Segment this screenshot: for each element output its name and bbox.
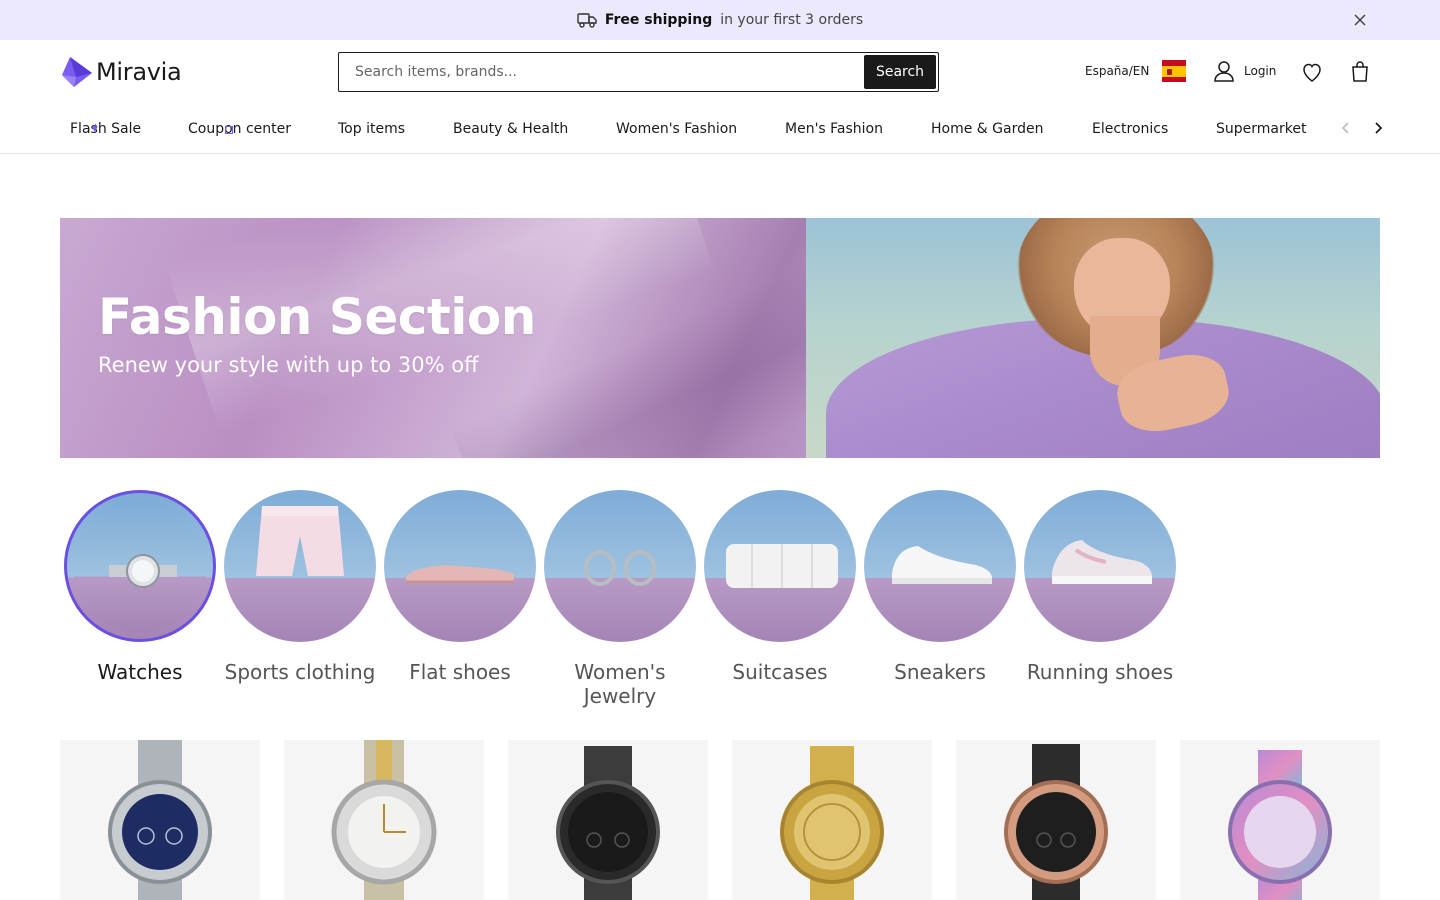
locale-selector[interactable]: España/EN [1085,60,1187,82]
suitcase-icon [726,544,838,588]
category-label: Watches [97,660,183,684]
nav-item-coupon-center[interactable]: Coupon center [188,121,291,137]
category-label: Sneakers [894,660,986,684]
brand-logo[interactable]: Miravia [60,55,182,89]
product-card[interactable] [1180,740,1380,900]
flat-shoe-icon [406,565,514,584]
search-input[interactable] [339,53,863,91]
login-label: Login [1244,64,1277,78]
category-label: Running shoes [1026,660,1174,684]
watch-product-image [331,740,437,900]
chevron-left-icon [1341,122,1349,134]
category-image [384,490,536,642]
product-card[interactable] [956,740,1156,900]
category-label: Sports clothing [224,660,376,684]
nav-item-mens-fashion[interactable]: Men's Fashion [785,121,883,137]
shorts-icon [256,506,344,576]
chevron-right-icon[interactable] [1370,120,1386,136]
model-photo [806,218,1380,458]
watch-product-image [1004,744,1108,900]
category-image [224,490,376,642]
lightning-icon [92,123,98,133]
category-womens-jewelry[interactable]: Women's Jewelry [544,490,696,708]
category-image [864,490,1016,642]
category-image [704,490,856,642]
miravia-logo-icon [62,57,92,87]
product-card[interactable] [732,740,932,900]
watch-product-image [780,746,884,900]
category-sneakers[interactable]: Sneakers [864,490,1016,684]
coupon-icon [225,126,233,134]
watch-product-image [108,740,212,900]
product-card[interactable] [60,740,260,900]
close-icon[interactable] [1351,11,1369,29]
shopping-bag-icon[interactable] [1348,59,1372,83]
nav-item-top-items[interactable]: Top items [338,121,405,137]
running-shoe-icon [1052,540,1152,584]
brand-name: Miravia [96,58,182,86]
login-button[interactable]: Login [1212,59,1276,83]
nav-item-supermarket[interactable]: Supermarket [1216,121,1306,137]
search-button[interactable]: Search [864,55,936,89]
sneaker-icon [892,546,992,584]
heart-icon[interactable] [1300,60,1324,84]
locale-label: España/EN [1085,64,1150,78]
category-running-shoes[interactable]: Running shoes [1024,490,1176,684]
category-label: Suitcases [732,660,828,684]
hero-banner[interactable]: Fashion Section Renew your style with up… [60,218,1380,458]
promo-bar: Free shipping in your first 3 orders [0,0,1440,40]
hero-subtitle: Renew your style with up to 30% off [98,353,479,377]
nav-item-womens-fashion[interactable]: Women's Fashion [616,121,737,137]
category-watches[interactable]: Watches [64,490,216,684]
category-flat-shoes[interactable]: Flat shoes [384,490,536,684]
category-sports-clothing[interactable]: Sports clothing [224,490,376,684]
user-icon [1214,61,1234,82]
hero-title: Fashion Section [98,288,536,346]
earrings-icon [584,550,656,586]
category-label: Flat shoes [409,660,511,684]
category-image [544,490,696,642]
promo-text: in your first 3 orders [720,12,864,28]
category-label: Women's Jewelry [574,660,666,708]
watch-product-image [556,746,660,900]
nav-item-home-garden[interactable]: Home & Garden [931,121,1043,137]
product-card[interactable] [284,740,484,900]
product-card[interactable] [508,740,708,900]
search-bar: Search [338,52,939,92]
watch-product-image [1228,750,1332,900]
nav-item-beauty-health[interactable]: Beauty & Health [453,121,568,137]
spain-flag-icon [1162,60,1187,82]
nav-item-flash-sale[interactable]: Flash Sale [70,121,141,137]
site-header: Miravia Search España/EN Login [0,40,1440,104]
truck-icon [577,13,597,28]
nav-item-electronics[interactable]: Electronics [1092,121,1168,137]
promo-bold-text: Free shipping [604,12,713,28]
watch-icon [109,554,177,588]
category-image [64,490,216,642]
category-nav: Flash Sale Coupon center Top items Beaut… [0,104,1440,154]
category-suitcases[interactable]: Suitcases [704,490,856,684]
category-image [1024,490,1176,642]
